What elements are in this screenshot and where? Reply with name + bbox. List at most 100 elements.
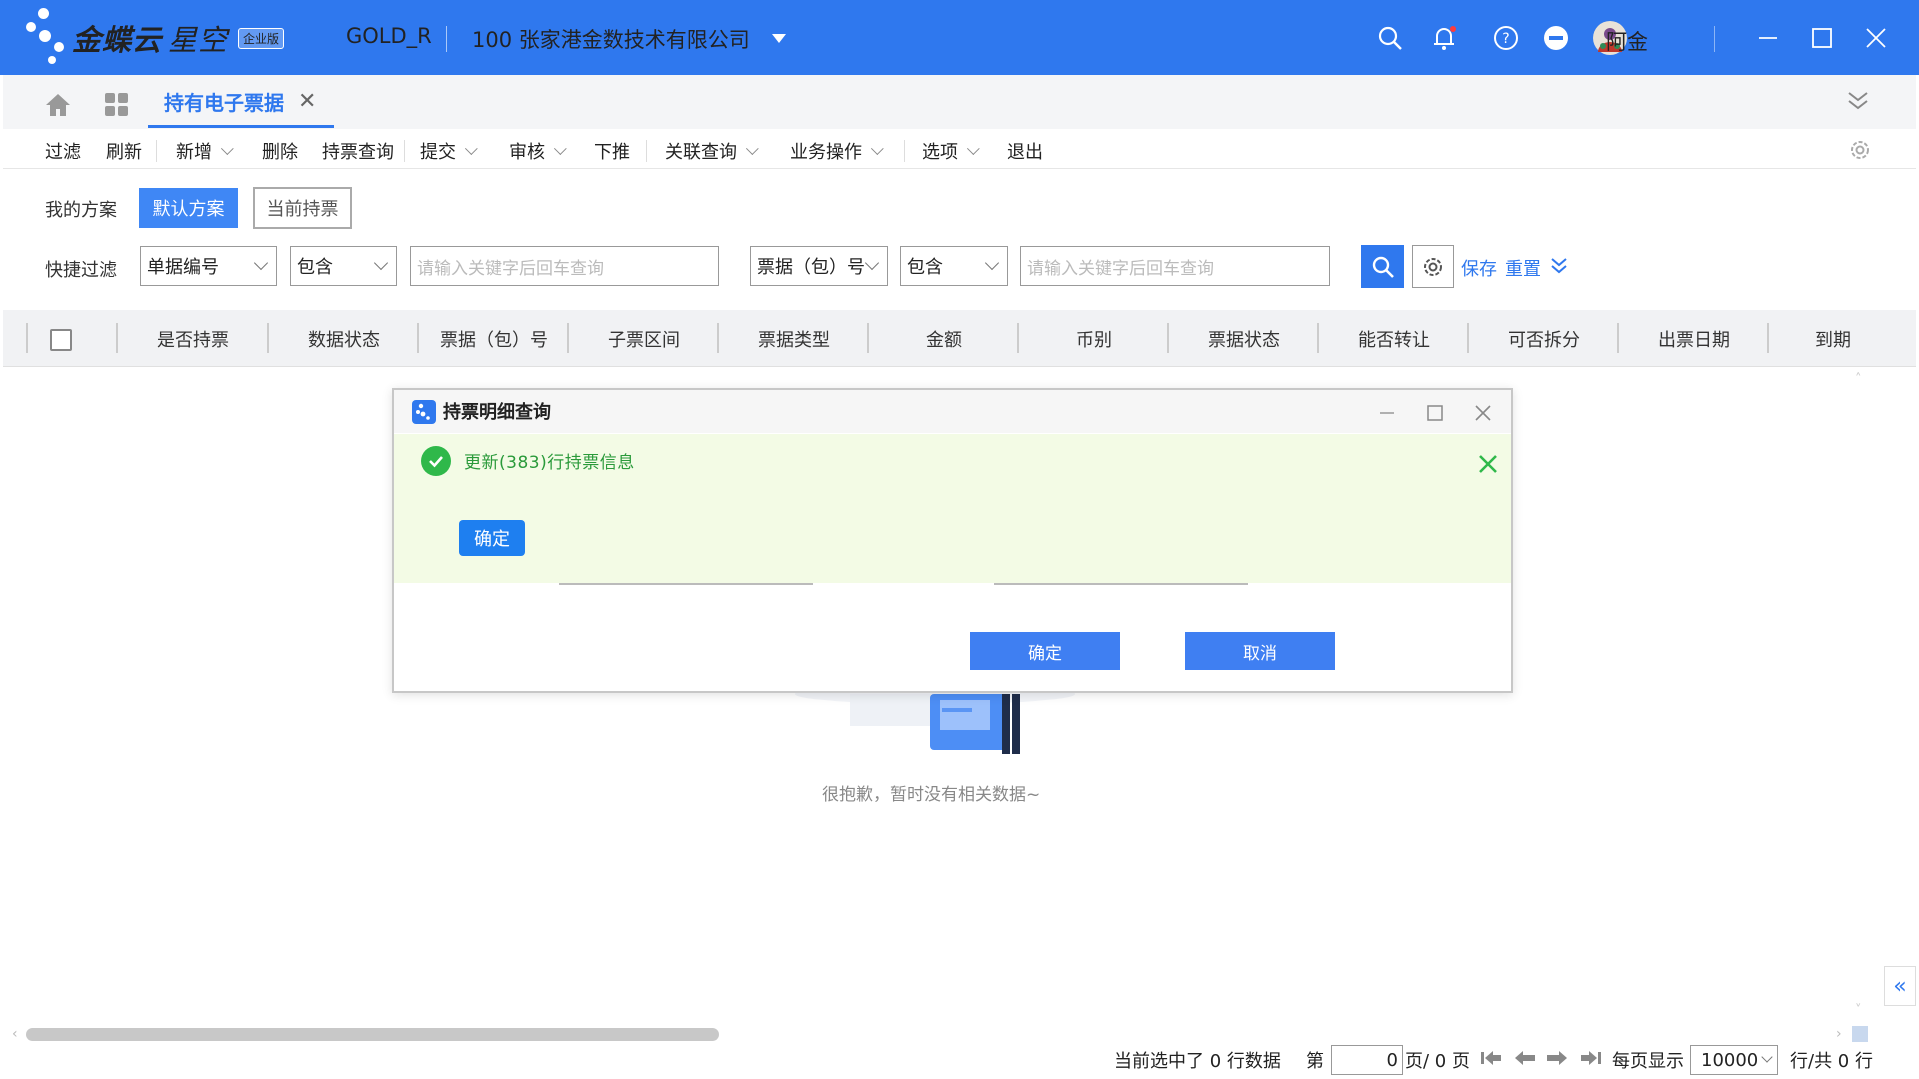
company-dropdown-icon[interactable] <box>772 34 786 43</box>
minimize-icon[interactable] <box>1750 20 1786 56</box>
close-window-icon[interactable] <box>1858 20 1894 56</box>
message-close-icon[interactable] <box>1474 450 1502 478</box>
double-chevron-left-icon: « <box>1893 973 1907 999</box>
search-icon[interactable] <box>1374 22 1406 54</box>
related-query-button[interactable]: 关联查询 <box>665 138 759 164</box>
previous-page-icon[interactable] <box>1514 1049 1536 1072</box>
settings-gear-icon[interactable] <box>1848 138 1872 167</box>
filter-field-2-value: 票据（包）号 <box>757 257 865 278</box>
business-ops-button[interactable]: 业务操作 <box>790 138 884 164</box>
column-header-sub-bill-range[interactable]: 子票区间 <box>569 310 719 367</box>
dialog-cancel-button[interactable]: 取消 <box>1185 632 1335 670</box>
search-button[interactable] <box>1361 245 1404 288</box>
save-plan-link[interactable]: 保存 <box>1461 255 1497 281</box>
column-header-bill-number[interactable]: 票据（包）号 <box>419 310 569 367</box>
filter-settings-button[interactable] <box>1412 245 1454 288</box>
filter-op-select-1[interactable]: 包含 <box>290 246 397 286</box>
first-page-icon[interactable] <box>1480 1049 1502 1072</box>
scroll-left-icon[interactable]: ‹ <box>12 1026 18 1042</box>
page-number-input[interactable]: 0 <box>1331 1045 1403 1075</box>
expand-filter-icon[interactable] <box>1550 256 1568 281</box>
user-code[interactable]: GOLD_R <box>346 24 432 48</box>
success-check-icon <box>421 446 451 476</box>
dialog-maximize-icon[interactable] <box>1422 400 1448 426</box>
chevron-down-icon <box>864 255 880 271</box>
help-icon[interactable]: ? <box>1490 22 1522 54</box>
column-header-splittable[interactable]: 可否拆分 <box>1469 310 1619 367</box>
app-logo: 金蝶云 星空 企业版 <box>24 8 285 68</box>
audit-button[interactable]: 审核 <box>509 138 567 164</box>
minus-circle-icon[interactable] <box>1540 22 1572 54</box>
page-total: 页/ 0 页 <box>1405 1051 1470 1072</box>
holding-query-button[interactable]: 持票查询 <box>322 138 394 164</box>
maximize-icon[interactable] <box>1804 20 1840 56</box>
column-divider <box>26 323 28 353</box>
tab-holding-e-bills[interactable]: 持有电子票据 ✕ <box>148 78 335 128</box>
column-header-issue-date[interactable]: 出票日期 <box>1619 310 1769 367</box>
toolbar-divider <box>156 140 157 162</box>
column-header-bill-status[interactable]: 票据状态 <box>1169 310 1319 367</box>
column-header-due-date[interactable]: 到期 <box>1769 310 1851 367</box>
scroll-right-icon[interactable]: › <box>1836 1026 1842 1042</box>
last-page-icon[interactable] <box>1580 1049 1602 1072</box>
chevron-down-icon <box>373 255 389 271</box>
brand-product: 星空 <box>168 23 229 57</box>
plan-current-button[interactable]: 当前持票 <box>253 187 352 229</box>
options-button[interactable]: 选项 <box>922 138 980 164</box>
filter-button[interactable]: 过滤 <box>45 138 81 164</box>
chevron-down-icon <box>984 255 1000 271</box>
column-header-is-holding[interactable]: 是否持票 <box>118 310 268 367</box>
vertical-scrollbar[interactable] <box>1852 370 1868 1020</box>
dialog-minimize-icon[interactable] <box>1374 400 1400 426</box>
double-chevron-down-icon[interactable] <box>1846 90 1870 117</box>
plan-default-button[interactable]: 默认方案 <box>139 188 238 228</box>
push-down-button[interactable]: 下推 <box>594 138 630 164</box>
scroll-up-icon[interactable]: ˄ <box>1855 372 1862 387</box>
filter-op-select-2[interactable]: 包含 <box>900 246 1008 286</box>
dialog-ok-button[interactable]: 确定 <box>970 632 1120 670</box>
add-button[interactable]: 新增 <box>176 138 234 164</box>
title-divider-2 <box>1714 26 1715 52</box>
exit-button[interactable]: 退出 <box>1007 138 1043 164</box>
side-panel-collapse-button[interactable]: « <box>1884 966 1916 1006</box>
bell-icon[interactable] <box>1428 22 1460 54</box>
filter-keyword-input-1[interactable]: 请输入关键字后回车查询 <box>410 246 719 286</box>
column-header-bill-type[interactable]: 票据类型 <box>719 310 869 367</box>
quick-filter-label: 快捷过滤 <box>45 260 117 281</box>
delete-button[interactable]: 删除 <box>262 138 298 164</box>
company-name[interactable]: 100 张家港金数技术有限公司 <box>472 24 750 54</box>
filter-field-select-2[interactable]: 票据（包）号 <box>750 246 888 286</box>
per-page-select[interactable]: 10000 <box>1690 1045 1778 1075</box>
filter-field-1-value: 单据编号 <box>147 257 219 278</box>
success-message-text: 更新(383)行持票信息 <box>464 453 635 473</box>
selection-status: 当前选中了 0 行数据 <box>1114 1051 1281 1072</box>
message-ok-button[interactable]: 确定 <box>459 520 525 556</box>
select-all-checkbox[interactable] <box>50 329 72 351</box>
column-header-amount[interactable]: 金额 <box>869 310 1019 367</box>
filter-field-select-1[interactable]: 单据编号 <box>140 246 277 286</box>
dialog-app-icon <box>412 400 436 424</box>
refresh-button[interactable]: 刷新 <box>106 138 142 164</box>
column-header-data-status[interactable]: 数据状态 <box>269 310 419 367</box>
business-ops-label: 业务操作 <box>790 142 862 163</box>
submit-button[interactable]: 提交 <box>420 138 478 164</box>
scroll-down-icon[interactable]: ˅ <box>1855 1003 1862 1018</box>
options-label: 选项 <box>922 142 958 163</box>
column-header-transferable[interactable]: 能否转让 <box>1319 310 1469 367</box>
title-divider <box>446 26 447 52</box>
home-icon[interactable] <box>44 92 72 123</box>
filter-keyword-input-2[interactable]: 请输入关键字后回车查询 <box>1020 246 1330 286</box>
next-page-icon[interactable] <box>1546 1049 1568 1072</box>
horizontal-scroll-thumb[interactable] <box>26 1028 719 1041</box>
logo-dots-icon <box>24 8 70 68</box>
per-page-value: 10000 <box>1701 1049 1759 1071</box>
filter-op-2-value: 包含 <box>907 257 943 278</box>
dialog-close-icon[interactable] <box>1470 400 1496 426</box>
tab-close-icon[interactable]: ✕ <box>298 89 316 114</box>
username[interactable]: 阿金 <box>1606 26 1648 56</box>
page-prefix: 第 <box>1306 1051 1324 1072</box>
reset-link[interactable]: 重置 <box>1505 255 1541 281</box>
apps-grid-icon[interactable] <box>104 92 130 123</box>
brand-name: 金蝶云 <box>72 23 163 57</box>
column-header-currency[interactable]: 币别 <box>1019 310 1169 367</box>
